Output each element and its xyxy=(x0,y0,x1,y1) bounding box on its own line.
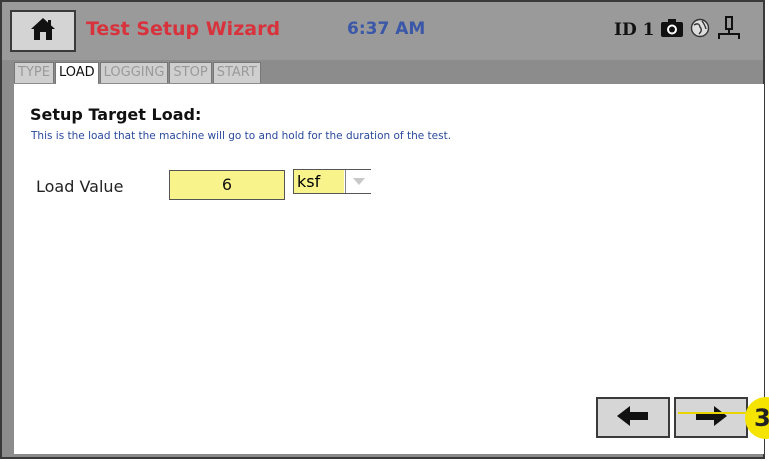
load-value-label: Load Value xyxy=(36,177,124,196)
tab-type[interactable]: TYPE xyxy=(14,62,54,83)
header-bar: Test Setup Wizard 6:37 AM ID 1 xyxy=(2,2,763,60)
unit-dropdown[interactable]: ksf xyxy=(293,169,371,194)
device-id: ID 1 xyxy=(614,20,655,40)
arrow-right-icon xyxy=(694,405,728,431)
tab-start[interactable]: START xyxy=(212,62,261,83)
arrow-left-icon xyxy=(616,405,650,431)
camera-icon[interactable] xyxy=(660,18,684,42)
unit-selected-value: ksf xyxy=(294,170,344,193)
home-button[interactable] xyxy=(10,10,76,52)
home-icon xyxy=(30,17,56,45)
load-value-input[interactable]: 6 xyxy=(169,170,285,200)
tab-load[interactable]: LOAD xyxy=(54,62,99,85)
chevron-down-icon[interactable] xyxy=(345,170,371,193)
section-title: Setup Target Load: xyxy=(30,105,202,124)
network-globe-icon[interactable] xyxy=(690,18,710,42)
usb-device-icon[interactable] xyxy=(716,16,742,44)
app-title: Test Setup Wizard xyxy=(86,18,281,40)
tab-logging[interactable]: LOGGING xyxy=(99,62,169,83)
section-description: This is the load that the machine will g… xyxy=(31,130,452,142)
back-button[interactable] xyxy=(596,397,670,438)
wizard-tabs: TYPE LOAD LOGGING STOP START xyxy=(14,62,262,85)
status-icons: ID 1 xyxy=(614,15,742,45)
callout-line xyxy=(678,412,750,414)
next-button[interactable] xyxy=(674,397,748,438)
tab-stop[interactable]: STOP xyxy=(169,62,212,83)
clock-time: 6:37 AM xyxy=(347,19,426,39)
